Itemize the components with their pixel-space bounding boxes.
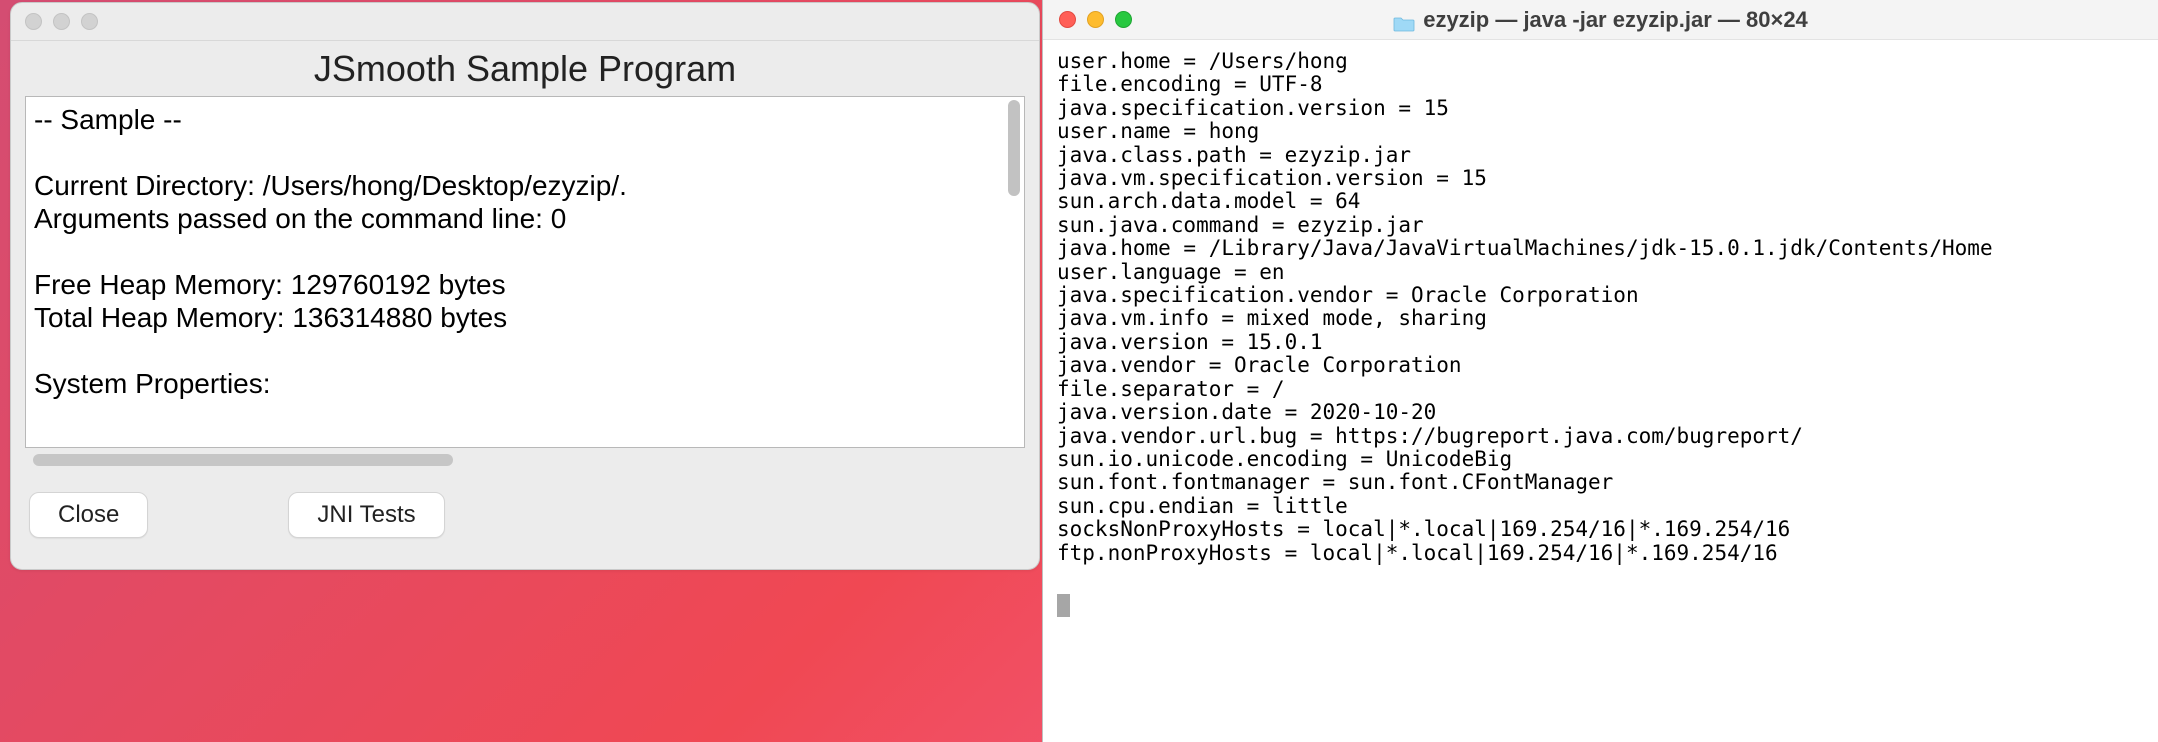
terminal-title-text: ezyzip — java -jar ezyzip.jar — 80×24 xyxy=(1423,7,1808,33)
terminal-window: ezyzip — java -jar ezyzip.jar — 80×24 us… xyxy=(1042,0,2158,742)
terminal-cursor xyxy=(1057,594,1070,617)
output-textarea[interactable]: -- Sample -- Current Directory: /Users/h… xyxy=(25,96,1025,448)
jni-tests-button[interactable]: JNI Tests xyxy=(288,492,444,538)
close-button[interactable]: Close xyxy=(29,492,148,538)
window-zoom-light[interactable] xyxy=(81,13,98,30)
jsmooth-titlebar[interactable] xyxy=(11,3,1039,41)
vertical-scroll-thumb[interactable] xyxy=(1008,100,1020,196)
window-minimize-light[interactable] xyxy=(53,13,70,30)
folder-icon xyxy=(1393,12,1415,28)
terminal-titlebar[interactable]: ezyzip — java -jar ezyzip.jar — 80×24 xyxy=(1043,0,2158,40)
terminal-output[interactable]: user.home = /Users/hong file.encoding = … xyxy=(1043,40,2158,742)
window-close-light[interactable] xyxy=(25,13,42,30)
button-row: Close JNI Tests xyxy=(11,466,1039,538)
window-minimize-light[interactable] xyxy=(1087,11,1104,28)
output-text: -- Sample -- Current Directory: /Users/h… xyxy=(26,97,1004,447)
horizontal-scroll-thumb[interactable] xyxy=(33,454,453,466)
window-close-light[interactable] xyxy=(1059,11,1076,28)
horizontal-scrollbar[interactable] xyxy=(25,452,1025,466)
app-title: JSmooth Sample Program xyxy=(11,41,1039,96)
jsmooth-window: JSmooth Sample Program -- Sample -- Curr… xyxy=(10,2,1040,570)
vertical-scrollbar[interactable] xyxy=(1004,97,1024,447)
terminal-title: ezyzip — java -jar ezyzip.jar — 80×24 xyxy=(1043,7,2158,33)
traffic-lights-active xyxy=(1059,11,1132,28)
traffic-lights-inactive xyxy=(25,13,98,30)
window-zoom-light[interactable] xyxy=(1115,11,1132,28)
